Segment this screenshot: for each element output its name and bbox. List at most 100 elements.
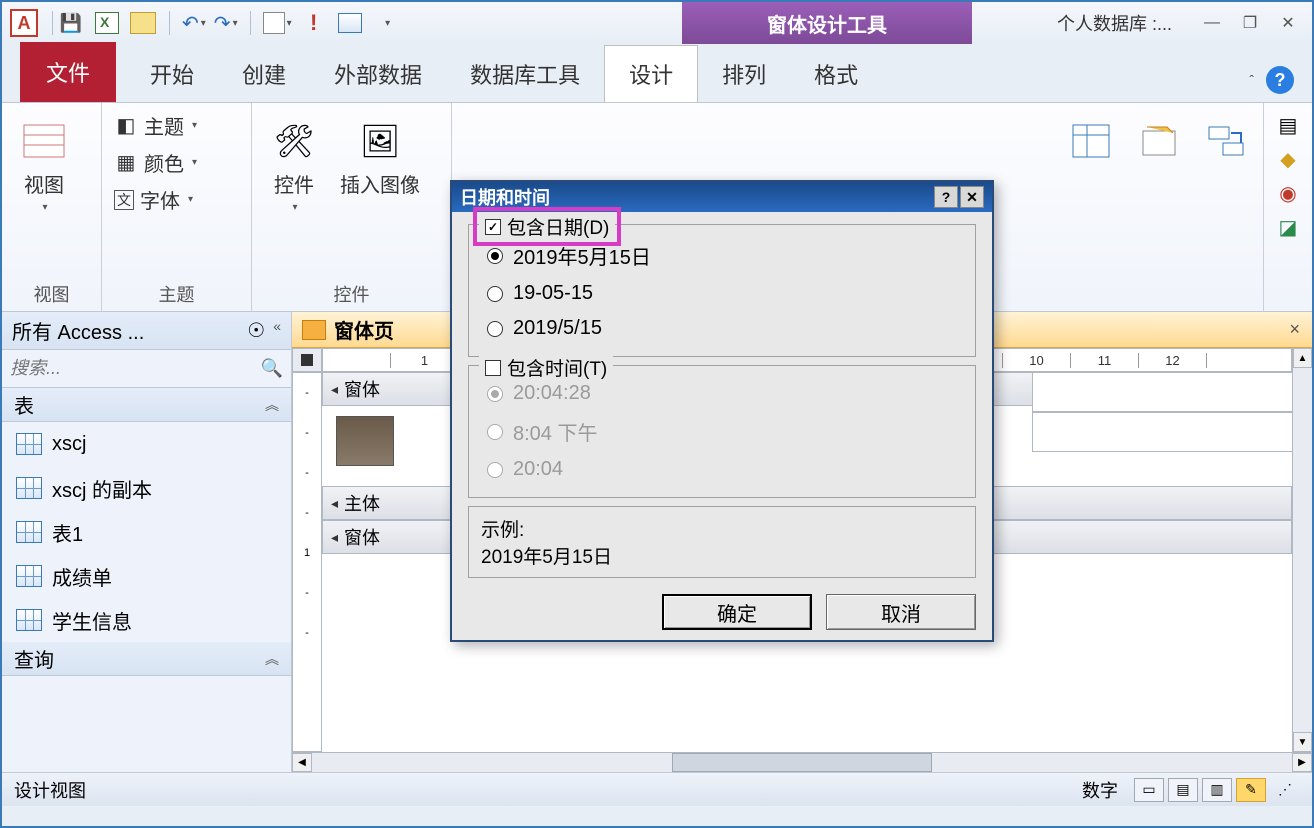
nav-collapse-icon[interactable]: « xyxy=(273,318,281,343)
quick-access-toolbar: 💾 ↶▾ ↷▾ ▾ ! ▾ xyxy=(57,9,402,37)
header-image[interactable] xyxy=(336,416,394,466)
scroll-thumb[interactable] xyxy=(672,753,932,772)
date-format-option-2[interactable]: 19-05-15 xyxy=(483,276,961,311)
undo-button[interactable]: ↶▾ xyxy=(182,11,206,36)
warning-icon[interactable]: ! xyxy=(300,9,328,37)
group-label-view: 视图 xyxy=(14,277,89,307)
ribbon-expand-icon[interactable]: ˆ xyxy=(1249,72,1254,88)
new-object-button[interactable]: ▾ xyxy=(263,12,292,34)
scroll-right-icon[interactable]: ▶ xyxy=(1292,753,1312,772)
nav-item-table[interactable]: 成绩单 xyxy=(2,554,291,598)
section-arrow-icon: ◂ xyxy=(331,495,338,512)
status-mode-label: 数字 xyxy=(1082,777,1118,803)
view-icon xyxy=(20,117,68,165)
nav-item-table[interactable]: xscj xyxy=(2,422,291,466)
minimize-icon[interactable]: — xyxy=(1198,11,1226,35)
tab-create[interactable]: 创建 xyxy=(218,46,310,102)
tab-design[interactable]: 设计 xyxy=(604,45,698,102)
view-button[interactable]: 视图 ▾ xyxy=(14,111,74,277)
chevron-up-icon: ︽ xyxy=(265,649,279,669)
add-fields-icon[interactable] xyxy=(1067,117,1115,165)
table-icon xyxy=(16,609,42,631)
datasheet-icon[interactable] xyxy=(336,9,364,37)
placeholder-control[interactable] xyxy=(1032,372,1312,412)
nav-item-table[interactable]: xscj 的副本 xyxy=(2,466,291,510)
dialog-close-icon[interactable]: ✕ xyxy=(960,186,984,208)
convert-macro-icon[interactable]: ◪ xyxy=(1272,213,1304,241)
resize-grip-icon[interactable]: ⋰ xyxy=(1270,778,1300,802)
scroll-down-icon[interactable]: ▼ xyxy=(1293,732,1312,752)
date-format-option-1[interactable]: 2019年5月15日 xyxy=(483,235,961,276)
controls-button[interactable]: 🛠 控件 ▾ xyxy=(264,111,324,277)
include-time-checkbox[interactable]: 包含时间(T) xyxy=(479,354,613,381)
redo-button[interactable]: ↷▾ xyxy=(214,11,238,36)
controls-icon: 🛠 xyxy=(270,117,318,165)
tab-home[interactable]: 开始 xyxy=(126,46,218,102)
search-box[interactable]: 🔍 xyxy=(2,350,291,388)
form-view-icon[interactable]: ▭ xyxy=(1134,778,1164,802)
image-icon: 🖼 xyxy=(356,117,404,165)
dialog-help-icon[interactable]: ? xyxy=(934,186,958,208)
title-bar: A 💾 ↶▾ ↷▾ ▾ ! ▾ 窗体设计工具 个人数据库 :... — ❐ ✕ xyxy=(2,2,1312,44)
search-icon[interactable]: 🔍 xyxy=(261,358,283,379)
themes-button[interactable]: ◧主题 ▾ xyxy=(114,111,197,140)
ok-button[interactable]: 确定 xyxy=(662,594,812,630)
dialog-titlebar[interactable]: 日期和时间 ? ✕ xyxy=(452,182,992,212)
placeholder-control[interactable] xyxy=(1032,412,1312,452)
date-format-option-3[interactable]: 2019/5/15 xyxy=(483,311,961,346)
qat-customize-icon[interactable]: ▾ xyxy=(374,9,402,37)
tab-external-data[interactable]: 外部数据 xyxy=(310,46,446,102)
tab-order-icon[interactable] xyxy=(1203,117,1251,165)
themes-icon: ◧ xyxy=(114,114,138,138)
code-icon[interactable]: ◆ xyxy=(1272,145,1304,173)
contextual-tab-title: 窗体设计工具 xyxy=(682,2,972,44)
layout-view-icon[interactable]: ▥ xyxy=(1202,778,1232,802)
tab-file[interactable]: 文件 xyxy=(20,42,116,102)
sample-preview: 示例: 2019年5月15日 xyxy=(468,506,976,578)
design-view-icon[interactable]: ✎ xyxy=(1236,778,1266,802)
dialog-title: 日期和时间 xyxy=(460,184,550,210)
close-icon[interactable]: ✕ xyxy=(1274,11,1302,35)
checkbox-icon xyxy=(485,360,501,376)
time-format-option-3: 20:04 xyxy=(483,452,961,487)
nav-group-queries[interactable]: 查询︽ xyxy=(2,642,291,676)
vertical-ruler[interactable]: ----1-- xyxy=(292,372,322,752)
export-excel-icon[interactable] xyxy=(93,9,121,37)
ruler-corner[interactable] xyxy=(292,348,322,372)
scroll-left-icon[interactable]: ◀ xyxy=(292,753,312,772)
header-controls-area xyxy=(1032,372,1312,452)
tab-database-tools[interactable]: 数据库工具 xyxy=(446,46,604,102)
ribbon-right-commands: ▤ ◆ ◉ ◪ xyxy=(1264,103,1312,311)
horizontal-scrollbar[interactable]: ◀ ▶ xyxy=(292,752,1312,772)
datasheet-view-icon[interactable]: ▤ xyxy=(1168,778,1198,802)
include-time-group: 包含时间(T) 20:04:28 8:04 下午 20:04 xyxy=(468,365,976,498)
save-icon[interactable]: 💾 xyxy=(57,9,85,37)
nav-pane-header[interactable]: 所有 Access ... ☉« xyxy=(2,312,291,350)
vertical-scrollbar[interactable]: ▲ ▼ xyxy=(1292,348,1312,752)
restore-icon[interactable]: ❐ xyxy=(1236,11,1264,35)
subform-icon[interactable]: ▤ xyxy=(1272,111,1304,139)
cancel-button[interactable]: 取消 xyxy=(826,594,976,630)
nav-dropdown-icon[interactable]: ☉ xyxy=(247,318,265,343)
radio-icon xyxy=(487,248,503,264)
colors-button[interactable]: ▦颜色 ▾ xyxy=(114,148,197,177)
insert-image-button[interactable]: 🖼 插入图像 xyxy=(334,111,426,277)
nav-item-table[interactable]: 学生信息 xyxy=(2,598,291,642)
tab-format[interactable]: 格式 xyxy=(790,46,882,102)
property-sheet-icon[interactable] xyxy=(1135,117,1183,165)
close-tab-icon[interactable]: × xyxy=(1289,319,1300,340)
edit-icon[interactable] xyxy=(129,9,157,37)
macro-icon[interactable]: ◉ xyxy=(1272,179,1304,207)
document-title: 个人数据库 :... xyxy=(1057,10,1172,36)
help-icon[interactable]: ? xyxy=(1266,66,1294,94)
radio-icon xyxy=(487,286,503,302)
search-input[interactable] xyxy=(10,358,261,379)
nav-item-table[interactable]: 表1 xyxy=(2,510,291,554)
include-date-checkbox[interactable]: 包含日期(D) xyxy=(479,213,615,240)
fonts-icon: 文 xyxy=(114,190,134,210)
fonts-button[interactable]: 文字体 ▾ xyxy=(114,185,197,214)
nav-group-tables[interactable]: 表︽ xyxy=(2,388,291,422)
tab-arrange[interactable]: 排列 xyxy=(698,46,790,102)
scroll-up-icon[interactable]: ▲ xyxy=(1293,348,1312,368)
status-view-label: 设计视图 xyxy=(14,777,86,803)
